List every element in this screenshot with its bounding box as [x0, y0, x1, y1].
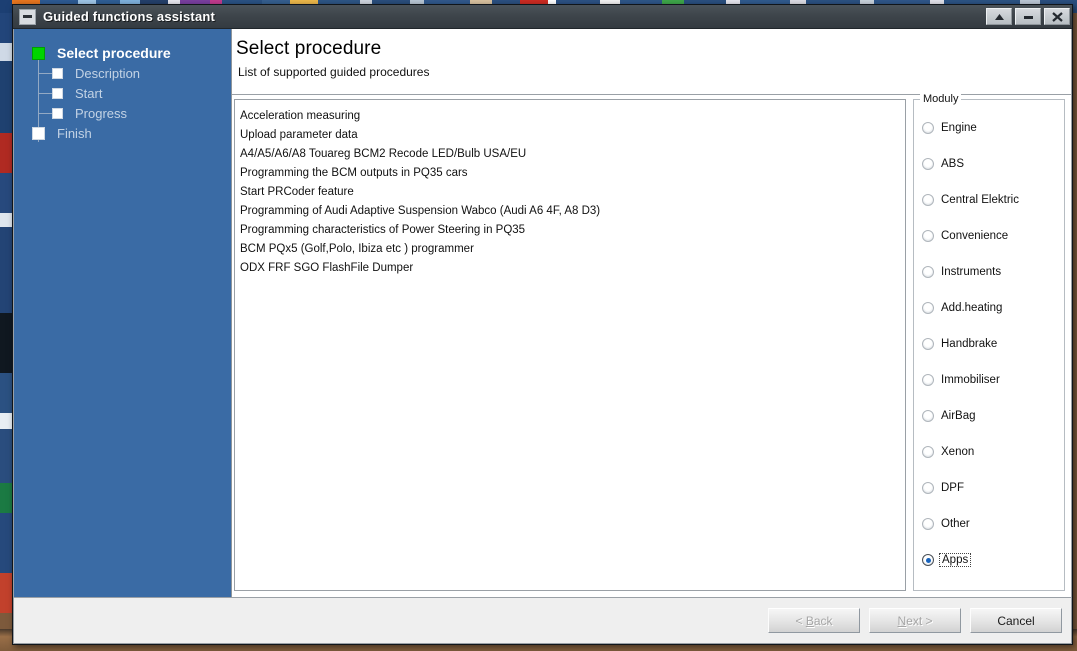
step-tree-tick	[38, 113, 52, 114]
radio-button-icon	[922, 338, 934, 350]
step-status-box	[52, 107, 63, 119]
radio-label: DPF	[941, 482, 964, 494]
step-label: Progress	[75, 105, 128, 121]
list-item[interactable]: Programming characteristics of Power Ste…	[235, 221, 905, 240]
lower-row: Acceleration measuring Upload parameter …	[232, 93, 1071, 597]
page-title: Select procedure	[236, 38, 382, 59]
step-label: Description	[75, 65, 141, 81]
radio-label: AirBag	[941, 410, 976, 422]
radio-label: Engine	[941, 122, 977, 134]
page-subtitle: List of supported guided procedures	[238, 65, 430, 79]
step-label: Start	[75, 85, 103, 101]
radio-xenon[interactable]: Xenon	[914, 434, 1064, 470]
radio-label: ABS	[941, 158, 965, 170]
step-status-box	[32, 126, 45, 140]
step-label: Finish	[57, 125, 92, 141]
step-tree-tick	[38, 93, 52, 94]
radio-button-icon	[922, 122, 934, 134]
back-button[interactable]: < Back	[768, 608, 860, 633]
minimize-icon[interactable]	[1015, 8, 1041, 25]
close-icon[interactable]	[1044, 8, 1070, 25]
wizard-steps-sidebar: Select procedure Description Start Progr…	[14, 29, 232, 597]
modules-groupbox: Moduly Engine ABS Central Elektric Conve…	[913, 93, 1065, 591]
sidebar-step-progress[interactable]: Progress	[52, 103, 231, 123]
list-item[interactable]: ODX FRF SGO FlashFile Dumper	[235, 259, 905, 278]
restore-up-icon[interactable]	[986, 8, 1012, 25]
step-tree-tick	[38, 73, 52, 74]
modules-legend: Moduly	[920, 93, 962, 105]
sidebar-step-start[interactable]: Start	[52, 83, 231, 103]
guided-functions-assistant-window: Guided functions assistant Select proced…	[12, 4, 1073, 645]
radio-label: Xenon	[941, 446, 975, 458]
list-item[interactable]: Upload parameter data	[235, 126, 905, 145]
radio-immobiliser[interactable]: Immobiliser	[914, 362, 1064, 398]
radio-other[interactable]: Other	[914, 506, 1064, 542]
radio-button-icon	[922, 482, 934, 494]
radio-button-icon	[922, 446, 934, 458]
list-item[interactable]: Start PRCoder feature	[235, 183, 905, 202]
step-label: Select procedure	[57, 45, 171, 61]
cancel-button[interactable]: Cancel	[970, 608, 1062, 633]
radio-abs[interactable]: ABS	[914, 146, 1064, 182]
radio-button-icon	[922, 194, 934, 206]
radio-label: Add.heating	[941, 302, 1003, 314]
radio-label: Central Elektric	[941, 194, 1019, 206]
radio-add-heating[interactable]: Add.heating	[914, 290, 1064, 326]
list-item[interactable]: Programming the BCM outputs in PQ35 cars	[235, 164, 905, 183]
radio-convenience[interactable]: Convenience	[914, 218, 1064, 254]
radio-label: Apps	[939, 553, 972, 567]
sidebar-step-description[interactable]: Description	[52, 63, 231, 83]
radio-button-icon	[922, 158, 934, 170]
window-title: Guided functions assistant	[43, 9, 216, 24]
step-status-box	[52, 67, 63, 79]
radio-label: Other	[941, 518, 970, 530]
radio-button-icon	[922, 410, 934, 422]
radio-engine[interactable]: Engine	[914, 110, 1064, 146]
list-item[interactable]: Acceleration measuring	[235, 107, 905, 126]
wizard-step-list: Select procedure Description Start Progr…	[32, 43, 231, 143]
radio-button-icon	[922, 374, 934, 386]
radio-instruments[interactable]: Instruments	[914, 254, 1064, 290]
main-row: Select procedure Description Start Progr…	[14, 29, 1071, 597]
list-item[interactable]: A4/A5/A6/A8 Touareg BCM2 Recode LED/Bulb…	[235, 145, 905, 164]
radio-label: Immobiliser	[941, 374, 1000, 386]
next-button[interactable]: Next >	[869, 608, 961, 633]
window-body: Select procedure Description Start Progr…	[13, 29, 1072, 644]
dialog-footer: < Back Next > Cancel	[14, 597, 1071, 643]
list-item[interactable]: Programming of Audi Adaptive Suspension …	[235, 202, 905, 221]
radio-airbag[interactable]: AirBag	[914, 398, 1064, 434]
list-item[interactable]: BCM PQx5 (Golf,Polo, Ibiza etc ) program…	[235, 240, 905, 259]
step-status-box	[32, 46, 45, 60]
radio-button-icon	[922, 518, 934, 530]
radio-button-icon	[922, 266, 934, 278]
radio-label: Instruments	[941, 266, 1002, 278]
procedure-list[interactable]: Acceleration measuring Upload parameter …	[234, 99, 906, 591]
sidebar-step-finish[interactable]: Finish	[32, 123, 231, 143]
radio-label: Handbrake	[941, 338, 998, 350]
radio-handbrake[interactable]: Handbrake	[914, 326, 1064, 362]
radio-button-icon	[922, 230, 934, 242]
sidebar-step-select-procedure[interactable]: Select procedure	[32, 43, 231, 63]
radio-apps[interactable]: Apps	[914, 542, 1064, 578]
content-area: Select procedure List of supported guide…	[232, 29, 1071, 597]
window-system-menu-icon[interactable]	[19, 8, 36, 25]
radio-button-icon	[922, 554, 934, 566]
radio-button-icon	[922, 302, 934, 314]
radio-dpf[interactable]: DPF	[914, 470, 1064, 506]
title-bar[interactable]: Guided functions assistant	[13, 5, 1072, 29]
radio-central-elektric[interactable]: Central Elektric	[914, 182, 1064, 218]
step-status-box	[52, 87, 63, 99]
radio-label: Convenience	[941, 230, 1009, 242]
page-header: Select procedure List of supported guide…	[232, 29, 1071, 95]
